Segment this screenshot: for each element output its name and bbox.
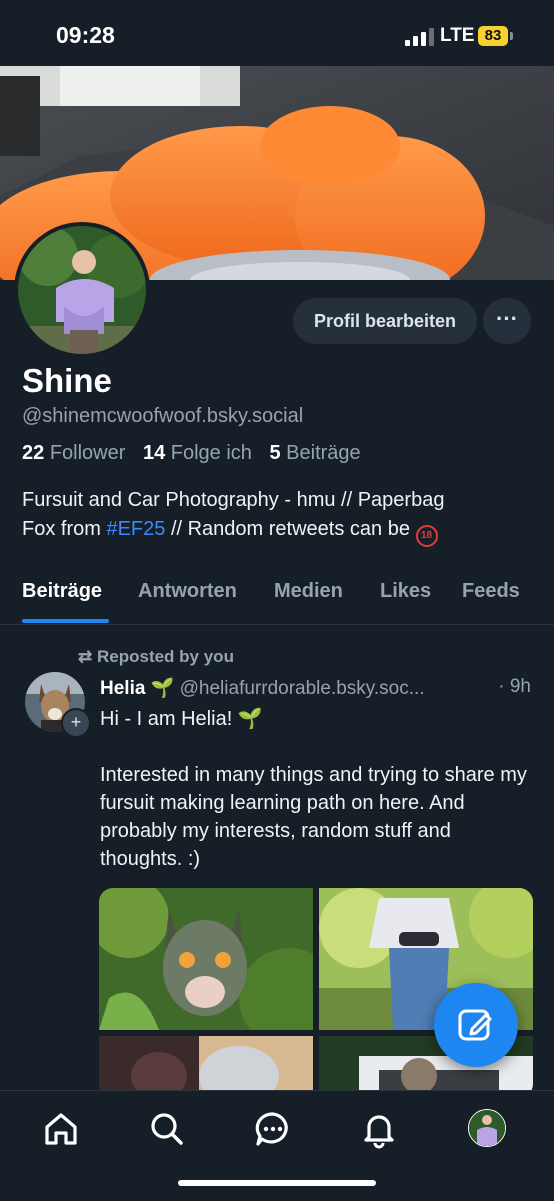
post-image-1[interactable] (99, 888, 313, 1030)
post-author-handle[interactable]: @heliafurrdorable.bsky.soc... (180, 678, 425, 699)
bio-hashtag-link[interactable]: #EF25 (106, 518, 165, 540)
edit-profile-button[interactable]: Profil bearbeiten (293, 298, 477, 344)
no-under-18-icon: 18 (415, 525, 438, 547)
profile-tabs: Beiträge Antworten Medien Likes Feeds (0, 570, 554, 625)
nav-profile-avatar[interactable] (468, 1109, 506, 1147)
post-header: Helia 🌱 @heliafurrdorable.bsky.soc... · … (100, 676, 535, 700)
display-name: Shine (22, 362, 112, 399)
signal-icon (405, 28, 434, 46)
post-timestamp: · 9h (498, 676, 531, 697)
search-icon[interactable] (147, 1109, 187, 1149)
followers-link[interactable]: 22 Follower (22, 442, 125, 464)
chat-icon[interactable] (253, 1109, 293, 1149)
network-type: LTE (440, 25, 475, 46)
status-time: 09:28 (56, 22, 115, 48)
followers-label: Follower (49, 442, 126, 464)
bio-prefix: Fox from (22, 518, 107, 540)
profile-avatar-image (18, 226, 146, 354)
tab-feeds[interactable]: Feeds (462, 580, 520, 603)
post-text: Hi - I am Helia! 🌱 Interested in many th… (100, 705, 530, 873)
follow-plus-button[interactable]: + (61, 708, 91, 738)
profile-handle: @shinemcwoofwoof.bsky.social (22, 405, 304, 427)
post-text-line1: Hi - I am Helia! 🌱 (100, 708, 263, 730)
more-options-button[interactable]: ··· (483, 298, 531, 344)
following-label: Folge ich (170, 442, 252, 464)
active-tab-indicator (22, 619, 109, 623)
home-icon[interactable] (41, 1109, 81, 1149)
home-indicator (178, 1180, 376, 1186)
profile-bio: Fursuit and Car Photography - hmu // Pap… (22, 486, 532, 547)
bio-line1: Fursuit and Car Photography - hmu // Pap… (22, 489, 445, 511)
post-author-name[interactable]: Helia 🌱 (100, 678, 174, 699)
compose-post-button[interactable] (434, 983, 518, 1067)
posts-stat: 5 Beiträge (269, 442, 360, 464)
post-image-3[interactable] (99, 1036, 313, 1098)
posts-label: Beiträge (286, 442, 361, 464)
tab-likes[interactable]: Likes (380, 580, 431, 603)
tab-medien[interactable]: Medien (274, 580, 343, 603)
following-count: 14 (142, 442, 166, 464)
profile-stats: 22 Follower 14 Folge ich 5 Beiträge (22, 442, 361, 465)
followers-count: 22 (22, 442, 45, 464)
posts-count: 5 (269, 442, 281, 464)
repost-indicator: ⇄ Reposted by you (78, 647, 234, 667)
bio-suffix: // Random retweets can be (165, 518, 416, 540)
bell-icon[interactable] (359, 1109, 399, 1149)
repost-label: Reposted by you (96, 647, 234, 666)
tab-antworten[interactable]: Antworten (138, 580, 237, 603)
profile-avatar[interactable] (14, 222, 150, 358)
repost-icon: ⇄ (78, 647, 93, 666)
battery-tip (510, 32, 513, 40)
following-link[interactable]: 14 Folge ich (143, 442, 252, 464)
compose-icon (458, 1009, 492, 1041)
post-text-line2: Interested in many things and trying to … (100, 764, 527, 870)
status-bar: 09:28 LTE 83 (0, 0, 554, 66)
tab-beitraege[interactable]: Beiträge (22, 580, 102, 603)
battery-icon: 83 (478, 26, 508, 46)
